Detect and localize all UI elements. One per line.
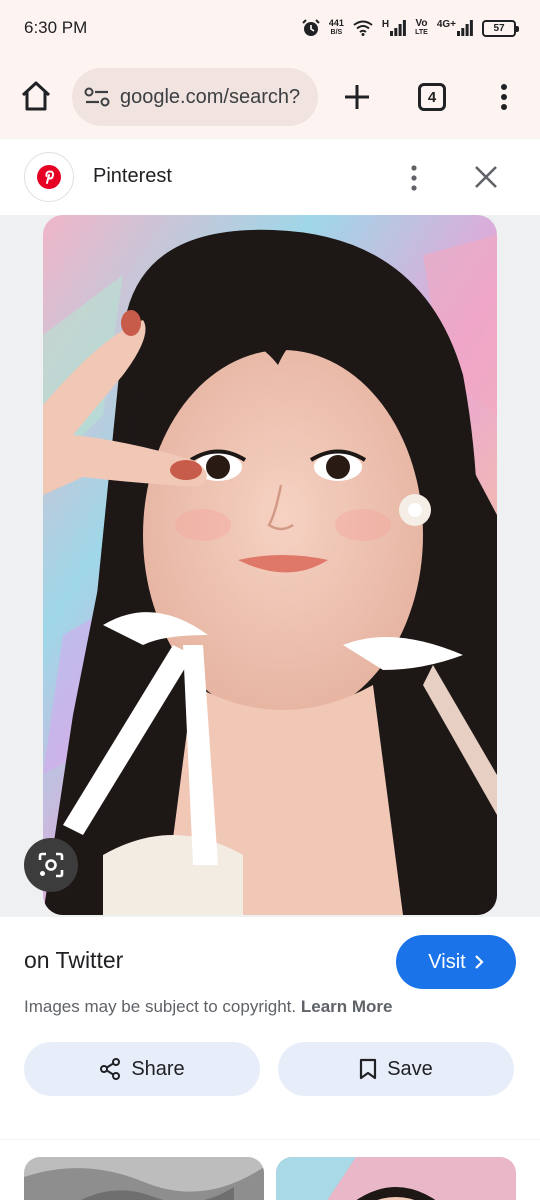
copyright-text: Images may be subject to copyright. (24, 997, 297, 1016)
net-speed-unit: B/S (330, 29, 343, 36)
browser-toolbar: google.com/search? 4 (0, 56, 540, 138)
site-settings-icon[interactable] (84, 86, 110, 108)
signal2-label: 4G+ (436, 19, 456, 30)
address-bar[interactable]: google.com/search? (72, 68, 318, 126)
result-title: on Twitter (24, 947, 124, 973)
more-options-icon[interactable] (404, 163, 424, 193)
image-viewer-panel: Pinterest on Twitter Visit Images may be… (0, 139, 540, 1139)
save-button[interactable]: Save (278, 1042, 514, 1096)
volte-indicator: Vo LTE (415, 19, 428, 37)
image-area (0, 215, 540, 917)
volte-bottom: LTE (415, 29, 428, 36)
share-label: Share (131, 1057, 185, 1080)
signal-2: 4G+ (437, 20, 473, 36)
learn-more-link[interactable]: Learn More (301, 997, 393, 1016)
tab-switcher-button[interactable]: 4 (418, 83, 446, 111)
google-lens-button[interactable] (24, 838, 78, 892)
home-icon[interactable] (18, 78, 54, 114)
wifi-icon (353, 20, 373, 36)
visit-label: Visit (428, 950, 466, 973)
lens-icon (38, 852, 64, 878)
net-speed: 441 B/S (329, 19, 344, 37)
related-image-thumbnail[interactable] (24, 1157, 264, 1200)
share-button[interactable]: Share (24, 1042, 260, 1096)
more-vert-icon[interactable] (494, 82, 514, 112)
visit-button[interactable]: Visit (396, 935, 516, 989)
save-label: Save (387, 1057, 433, 1080)
close-icon[interactable] (472, 163, 500, 191)
alarm-icon (302, 19, 320, 36)
new-tab-icon[interactable] (342, 82, 372, 112)
url-text[interactable]: google.com/search? (120, 86, 300, 109)
source-name[interactable]: Pinterest (93, 165, 172, 188)
signal-1: H (381, 19, 407, 36)
pinterest-logo-icon (37, 165, 61, 189)
status-time: 6:30 PM (24, 18, 88, 37)
status-icons: 441 B/S H Vo LTE 4G+ 57 (302, 19, 519, 37)
status-bar: 6:30 PM 441 B/S H Vo LTE 4G+ 57 (0, 0, 540, 56)
bookmark-icon (360, 1058, 377, 1080)
battery-level: 57 (493, 22, 505, 34)
chevron-right-icon (474, 955, 484, 969)
battery-icon: 57 (482, 19, 519, 37)
net-speed-value: 441 (328, 18, 344, 28)
tab-count: 4 (427, 88, 437, 106)
copyright-notice: Images may be subject to copyright. Lear… (24, 997, 393, 1017)
volte-top: Vo (415, 18, 428, 29)
panel-header: Pinterest (0, 139, 540, 215)
related-images (0, 1140, 540, 1200)
signal1-label: H (381, 19, 390, 30)
signal-bars-icon (457, 20, 473, 36)
share-icon (100, 1058, 121, 1080)
preview-image[interactable] (43, 215, 497, 915)
signal-bars-icon (390, 20, 407, 36)
related-image-thumbnail[interactable] (276, 1157, 516, 1200)
source-logo[interactable] (24, 152, 74, 202)
